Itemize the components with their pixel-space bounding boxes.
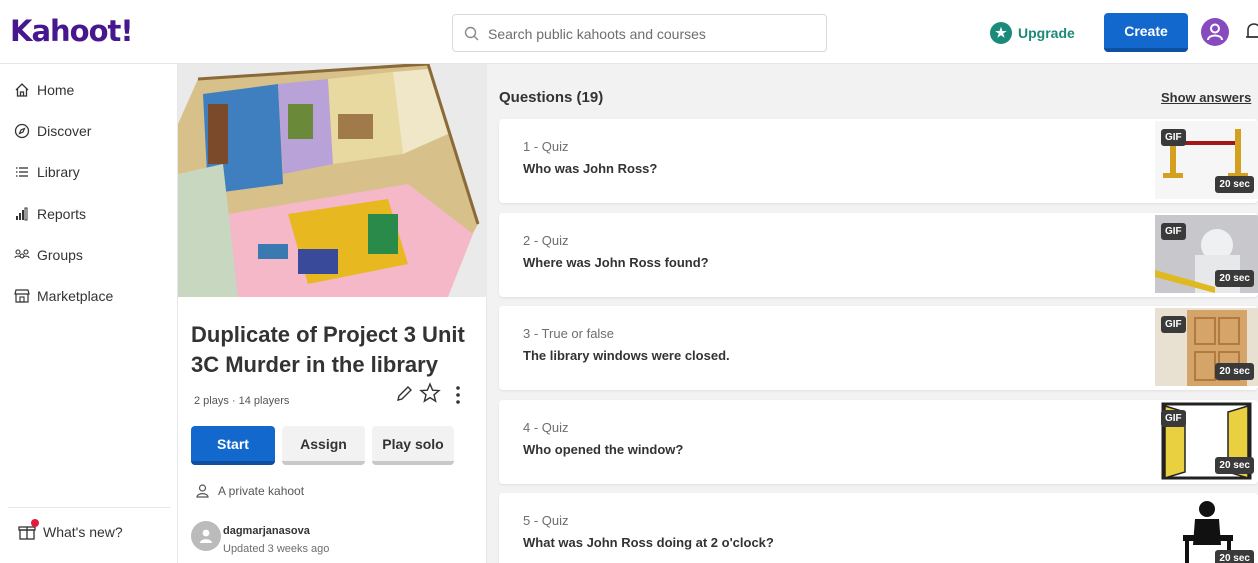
sidebar-item-label: Library bbox=[37, 164, 80, 180]
owner-avatar[interactable] bbox=[191, 521, 221, 551]
notification-dot bbox=[31, 519, 39, 527]
show-answers-link[interactable]: Show answers bbox=[1161, 90, 1251, 105]
user-icon bbox=[200, 529, 212, 543]
sidebar: Home Discover Library Reports Groups Mar… bbox=[0, 64, 178, 563]
sidebar-item-groups[interactable]: Groups bbox=[14, 243, 83, 267]
question-card[interactable]: 2 - Quiz Where was John Ross found? GIF … bbox=[499, 213, 1258, 297]
sidebar-item-marketplace[interactable]: Marketplace bbox=[14, 284, 113, 308]
user-icon bbox=[1207, 23, 1223, 41]
updated-time: Updated 3 weeks ago bbox=[223, 543, 330, 555]
search-icon bbox=[464, 26, 479, 41]
people-icon bbox=[14, 249, 30, 259]
bar-chart-icon bbox=[16, 207, 28, 221]
store-icon bbox=[14, 289, 30, 303]
question-text: Where was John Ross found? bbox=[523, 255, 709, 270]
list-icon bbox=[16, 167, 28, 177]
question-type: 5 - Quiz bbox=[523, 513, 569, 528]
create-button[interactable]: Create bbox=[1104, 13, 1188, 52]
gif-badge: GIF bbox=[1161, 410, 1186, 427]
time-limit-badge: 20 sec bbox=[1215, 176, 1254, 193]
search-input[interactable]: Search public kahoots and courses bbox=[452, 14, 827, 52]
question-text: What was John Ross doing at 2 o'clock? bbox=[523, 535, 774, 550]
sidebar-item-label: Home bbox=[37, 82, 75, 98]
bell-icon[interactable] bbox=[1245, 22, 1258, 42]
sidebar-divider bbox=[8, 507, 170, 508]
time-limit-badge: 20 sec bbox=[1215, 457, 1254, 474]
sidebar-item-label: Discover bbox=[37, 123, 92, 139]
whats-new-button[interactable]: What's new? bbox=[18, 519, 123, 541]
kahoot-detail-panel: Duplicate of Project 3 Unit 3C Murder in… bbox=[178, 64, 487, 563]
pencil-icon[interactable] bbox=[394, 384, 414, 404]
cover-image bbox=[178, 64, 487, 297]
assign-button[interactable]: Assign bbox=[282, 426, 365, 465]
more-options-icon[interactable] bbox=[454, 384, 462, 406]
time-limit-badge: 20 sec bbox=[1215, 270, 1254, 287]
question-type: 3 - True or false bbox=[523, 326, 615, 341]
gift-icon bbox=[18, 519, 39, 541]
upgrade-label: Upgrade bbox=[1018, 25, 1075, 41]
sidebar-item-label: Marketplace bbox=[37, 288, 114, 304]
question-thumbnail: GIF 20 sec bbox=[1155, 308, 1258, 386]
kahoot-logo[interactable]: Kahoot! bbox=[10, 14, 134, 48]
upgrade-button[interactable]: ★ Upgrade bbox=[990, 21, 1075, 45]
kahoot-title: Duplicate of Project 3 Unit 3C Murder in… bbox=[191, 322, 465, 377]
questions-header: Questions (19) bbox=[499, 89, 604, 106]
time-limit-badge: 20 sec bbox=[1215, 363, 1254, 380]
visibility-label: A private kahoot bbox=[218, 484, 305, 498]
home-icon bbox=[15, 83, 29, 97]
question-thumbnail: GIF 20 sec bbox=[1155, 215, 1258, 293]
search-placeholder: Search public kahoots and courses bbox=[488, 26, 706, 42]
question-type: 4 - Quiz bbox=[523, 420, 569, 435]
question-text: Who opened the window? bbox=[523, 442, 684, 457]
gif-badge: GIF bbox=[1161, 129, 1186, 146]
question-card[interactable]: 5 - Quiz What was John Ross doing at 2 o… bbox=[499, 493, 1258, 563]
person-icon bbox=[196, 484, 209, 498]
gif-badge: GIF bbox=[1161, 223, 1186, 240]
question-type: 1 - Quiz bbox=[523, 139, 569, 154]
play-stats: 2 plays · 14 players bbox=[194, 395, 290, 407]
sidebar-item-library[interactable]: Library bbox=[14, 160, 80, 184]
owner-name[interactable]: dagmarjanasova bbox=[223, 525, 310, 537]
star-badge-icon: ★ bbox=[990, 22, 1012, 44]
sidebar-item-label: Reports bbox=[37, 206, 87, 222]
question-thumbnail: GIF 20 sec bbox=[1155, 121, 1258, 199]
question-thumbnail: GIF 20 sec bbox=[1155, 402, 1258, 480]
time-limit-badge: 20 sec bbox=[1215, 550, 1254, 563]
question-thumbnail: 20 sec bbox=[1155, 495, 1258, 563]
top-bar: Kahoot! Search public kahoots and course… bbox=[0, 0, 1258, 64]
gif-badge: GIF bbox=[1161, 316, 1186, 333]
question-card[interactable]: 3 - True or false The library windows we… bbox=[499, 306, 1258, 390]
question-type: 2 - Quiz bbox=[523, 233, 569, 248]
compass-icon bbox=[14, 123, 30, 139]
sidebar-item-home[interactable]: Home bbox=[14, 78, 74, 102]
play-solo-button[interactable]: Play solo bbox=[372, 426, 454, 465]
user-avatar[interactable] bbox=[1201, 18, 1229, 46]
sidebar-item-label: Groups bbox=[37, 247, 83, 263]
sidebar-item-discover[interactable]: Discover bbox=[14, 119, 91, 143]
whats-new-label: What's new? bbox=[43, 524, 123, 540]
sidebar-item-reports[interactable]: Reports bbox=[14, 202, 86, 226]
star-icon[interactable] bbox=[419, 382, 441, 404]
visibility-info: A private kahoot bbox=[196, 484, 304, 498]
start-button[interactable]: Start bbox=[191, 426, 275, 465]
question-text: Who was John Ross? bbox=[523, 161, 658, 176]
question-text: The library windows were closed. bbox=[523, 348, 730, 363]
question-card[interactable]: 4 - Quiz Who opened the window? GIF 20 s… bbox=[499, 400, 1258, 484]
question-card[interactable]: 1 - Quiz Who was John Ross? GIF 20 sec bbox=[499, 119, 1258, 203]
